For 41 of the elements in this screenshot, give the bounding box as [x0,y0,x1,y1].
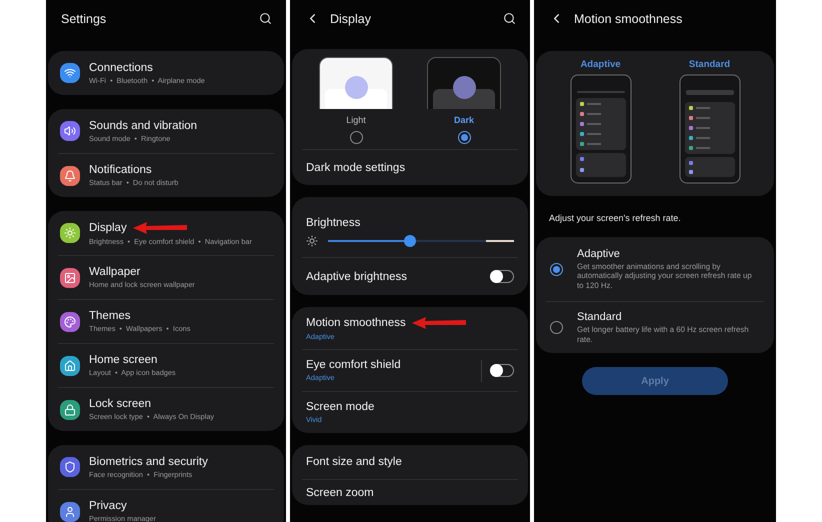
item-title: Wallpaper [89,266,140,278]
toggle-switch[interactable] [490,270,514,283]
option-title: Adaptive [577,248,621,260]
screen-title: Settings [61,12,108,26]
item-title: Biometrics and security [89,456,208,468]
item-title: Lock screen [89,398,152,410]
item-title: Notifications [89,164,152,176]
brightness-slider[interactable] [328,235,514,247]
theme-preview-drawing[interactable] [427,57,501,109]
option-title: Standard [577,311,623,324]
radio-button[interactable] [550,321,563,334]
item-title: Display [89,222,127,234]
theme-preview-drawing[interactable] [319,57,393,109]
item-title: Connections [89,62,153,74]
item-title: Privacy [89,500,127,512]
item-title: Themes [89,310,131,322]
row-title: Motion smoothness [306,316,406,328]
radio-button[interactable] [458,131,470,144]
settings-row[interactable]: Font size and style [302,445,518,479]
slider-thumb[interactable] [404,235,416,247]
screen-title: Display [330,12,372,26]
brightness-label: Brightness [306,217,360,229]
row-title: Screen mode [306,401,374,413]
radio-button[interactable] [550,262,563,276]
item-title: Home screen [89,354,158,366]
toggle-switch[interactable] [490,364,514,377]
sun-icon [306,235,318,247]
search-icon[interactable] [259,12,272,25]
screen-title: Motion smoothness [574,12,684,26]
item-title: Sounds and vibration [89,120,198,132]
settings-row[interactable]: Adaptive brightness [302,257,518,295]
settings-row[interactable]: Dark mode settings [302,149,518,185]
theme-label: Dark [454,115,474,125]
description-text: Adjust your screen's refresh rate. [548,213,682,223]
radio-button[interactable] [350,131,362,144]
settings-row[interactable]: Screen zoom [302,479,518,505]
row-title: Eye comfort shield [306,359,401,371]
preview-title: Adaptive [580,59,621,70]
theme-label: Light [346,115,366,125]
preview-title: Standard [688,59,730,70]
search-icon[interactable] [503,12,516,25]
